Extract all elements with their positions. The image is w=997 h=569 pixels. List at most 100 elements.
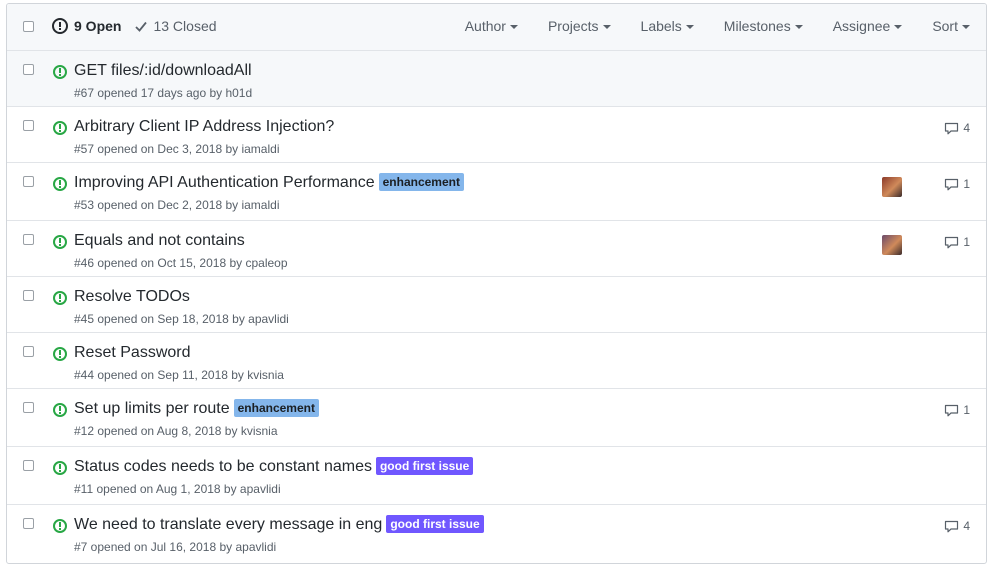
issue-list: GET files/:id/downloadAll #67 opened 17 d… — [7, 51, 986, 562]
issues-header: 9 Open 13 Closed Author Projects Labels … — [7, 4, 986, 51]
issue-row: Arbitrary Client IP Address Injection? #5… — [7, 107, 986, 163]
issue-checkbox[interactable] — [23, 402, 34, 413]
assignee-avatar[interactable] — [882, 177, 902, 197]
issue-row: GET files/:id/downloadAll #67 opened 17 d… — [7, 51, 986, 107]
select-all-checkbox[interactable] — [23, 21, 34, 32]
issue-label[interactable]: good first issue — [386, 515, 484, 533]
issue-title-line: We need to translate every message in en… — [74, 515, 484, 534]
filter-bar: Author Projects Labels Milestones Assign… — [435, 18, 970, 34]
caret-down-icon — [962, 25, 970, 29]
issue-meta: #11 opened on Aug 1, 2018 by apavlidi — [74, 482, 281, 496]
comment-count-link[interactable]: 1 — [944, 235, 970, 249]
comment-count-link[interactable]: 1 — [944, 177, 970, 191]
comment-count: 4 — [963, 121, 970, 135]
caret-down-icon — [794, 25, 803, 29]
issue-checkbox[interactable] — [23, 234, 34, 245]
issue-row: Reset Password #44 opened on Sep 11, 2018… — [7, 333, 986, 389]
assignee-avatar[interactable] — [882, 235, 902, 255]
issue-title-line: Arbitrary Client IP Address Injection? — [74, 118, 334, 136]
issue-meta: #44 opened on Sep 11, 2018 by kvisnia — [74, 368, 284, 382]
filter-labels[interactable]: Labels — [641, 18, 694, 34]
caret-down-icon — [509, 25, 518, 29]
issue-opened-icon — [52, 18, 68, 34]
issue-title-line: Resolve TODOs — [74, 288, 190, 306]
issue-row: Equals and not contains #46 opened on Oct… — [7, 221, 986, 277]
comment-icon — [944, 178, 959, 191]
filter-milestones-label: Milestones — [723, 18, 791, 34]
issue-row: Improving API Authentication Performance… — [7, 163, 986, 221]
open-count-label: 9 Open — [74, 18, 122, 34]
comment-icon — [944, 236, 959, 249]
issue-checkbox[interactable] — [23, 64, 34, 75]
caret-down-icon — [685, 25, 694, 29]
check-icon — [135, 21, 148, 32]
issue-meta: #46 opened on Oct 15, 2018 by cpaleop — [74, 256, 288, 270]
filter-sort-label: Sort — [932, 18, 958, 34]
issue-state-toggle: 9 Open 13 Closed — [52, 18, 217, 34]
issue-opened-icon — [53, 65, 67, 79]
issue-opened-icon — [53, 519, 67, 533]
issue-title-link[interactable]: Equals and not contains — [74, 232, 245, 250]
issue-opened-icon — [53, 235, 67, 249]
comment-icon — [944, 520, 959, 533]
caret-down-icon — [894, 25, 903, 29]
issue-row: Set up limits per route enhancement #12 op… — [7, 389, 986, 447]
open-issues-tab[interactable]: 9 Open — [52, 18, 121, 34]
issue-title-link[interactable]: GET files/:id/downloadAll — [74, 62, 252, 80]
comment-count: 1 — [963, 235, 970, 249]
issue-label[interactable]: enhancement — [378, 173, 464, 191]
issue-title-link[interactable]: We need to translate every message in en… — [74, 516, 382, 534]
comment-count-link[interactable]: 4 — [944, 519, 970, 533]
filter-assignee-label: Assignee — [832, 18, 891, 34]
issue-title-line: GET files/:id/downloadAll — [74, 62, 252, 80]
issue-row: Status codes needs to be constant names g… — [7, 447, 986, 505]
issue-opened-icon — [53, 403, 67, 417]
issue-checkbox[interactable] — [23, 290, 34, 301]
issue-title-link[interactable]: Arbitrary Client IP Address Injection? — [74, 118, 334, 136]
issue-opened-icon — [53, 121, 67, 135]
issue-opened-icon — [53, 461, 67, 475]
issues-panel: 9 Open 13 Closed Author Projects Labels … — [6, 3, 987, 564]
issue-title-line: Reset Password — [74, 344, 191, 362]
issue-title-line: Status codes needs to be constant names g… — [74, 457, 474, 476]
issue-title-link[interactable]: Improving API Authentication Performance — [74, 174, 375, 192]
comment-icon — [944, 122, 959, 135]
issue-checkbox[interactable] — [23, 518, 34, 529]
issue-checkbox[interactable] — [23, 460, 34, 471]
issue-meta: #53 opened on Dec 2, 2018 by iamaldi — [74, 198, 280, 212]
caret-down-icon — [602, 25, 611, 29]
issue-checkbox[interactable] — [23, 346, 34, 357]
filter-labels-label: Labels — [640, 18, 682, 34]
comment-count: 1 — [963, 177, 970, 191]
issue-row: We need to translate every message in en… — [7, 505, 986, 562]
filter-author[interactable]: Author — [465, 18, 518, 34]
issue-opened-icon — [53, 347, 67, 361]
comment-count-link[interactable]: 4 — [944, 121, 970, 135]
comment-count: 4 — [963, 519, 970, 533]
issue-meta: #7 opened on Jul 16, 2018 by apavlidi — [74, 540, 277, 554]
filter-milestones[interactable]: Milestones — [724, 18, 803, 34]
issue-title-link[interactable]: Set up limits per route — [74, 400, 230, 418]
issue-meta: #57 opened on Dec 3, 2018 by iamaldi — [74, 142, 280, 156]
issue-title-link[interactable]: Reset Password — [74, 344, 191, 362]
issue-label[interactable]: good first issue — [375, 457, 474, 475]
issue-title-link[interactable]: Resolve TODOs — [74, 288, 190, 306]
issue-checkbox[interactable] — [23, 176, 34, 187]
filter-assignee[interactable]: Assignee — [833, 18, 903, 34]
issue-meta: #67 opened 17 days ago by h01d — [74, 86, 253, 100]
filter-sort[interactable]: Sort — [932, 18, 970, 34]
issue-checkbox[interactable] — [23, 120, 34, 131]
issue-label[interactable]: enhancement — [233, 399, 319, 417]
issue-opened-icon — [53, 291, 67, 305]
issue-title-line: Set up limits per route enhancement — [74, 399, 319, 418]
comment-count-link[interactable]: 1 — [944, 403, 970, 417]
issue-row: Resolve TODOs #45 opened on Sep 18, 2018 … — [7, 277, 986, 333]
issue-title-link[interactable]: Status codes needs to be constant names — [74, 458, 372, 476]
issue-meta: #12 opened on Aug 8, 2018 by kvisnia — [74, 424, 278, 438]
filter-author-label: Author — [464, 18, 506, 34]
closed-count-label: 13 Closed — [153, 18, 217, 34]
filter-projects[interactable]: Projects — [548, 18, 611, 34]
comment-count: 1 — [963, 403, 970, 417]
closed-issues-tab[interactable]: 13 Closed — [135, 18, 217, 34]
issue-title-line: Improving API Authentication Performance… — [74, 173, 464, 192]
